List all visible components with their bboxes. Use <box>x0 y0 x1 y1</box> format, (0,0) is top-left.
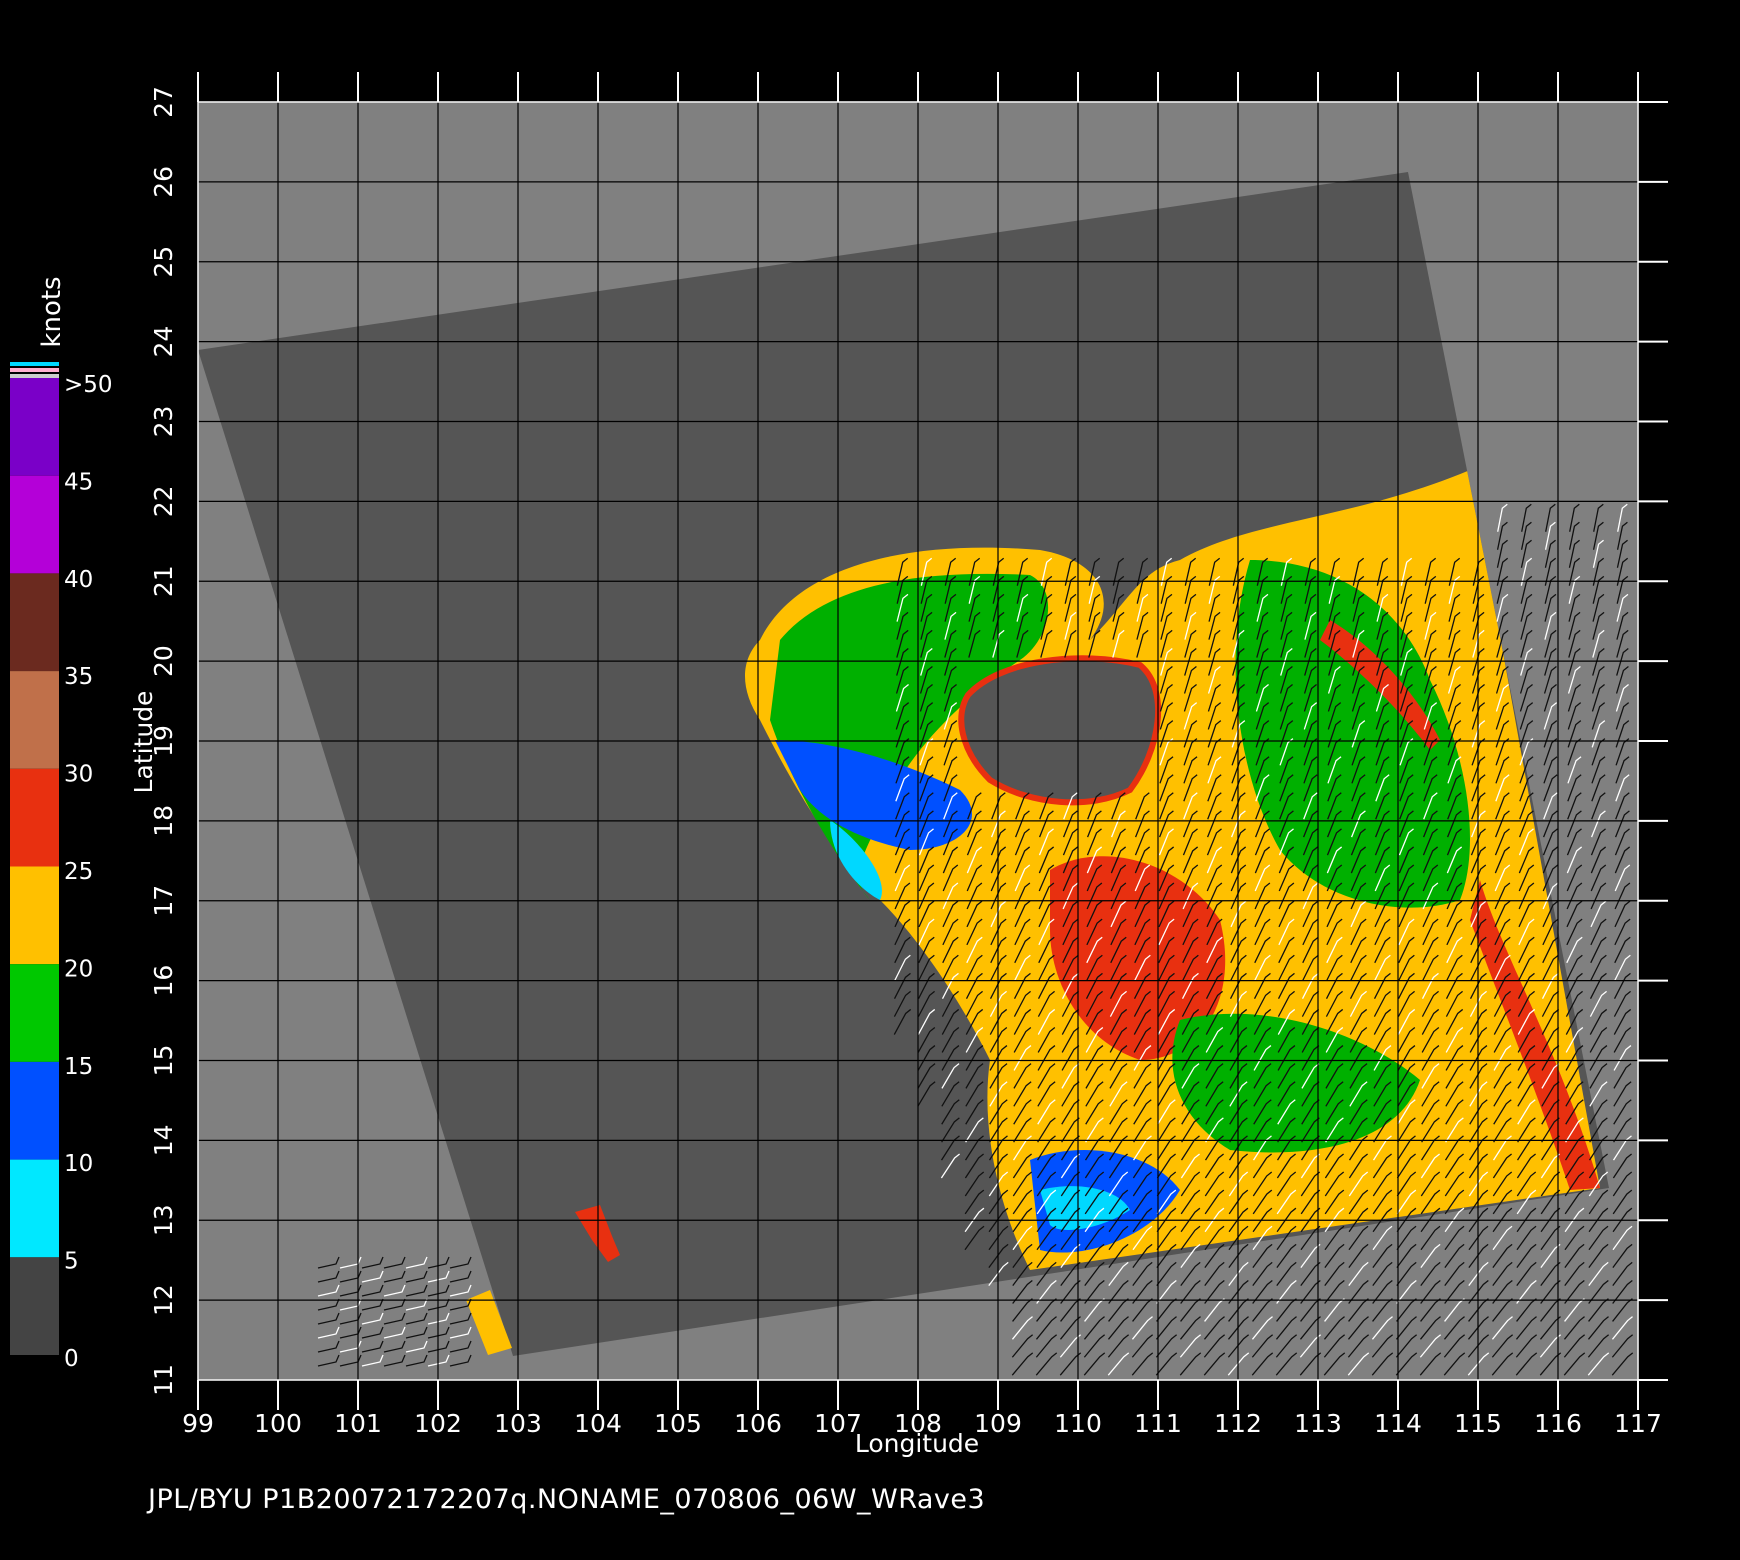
legend-tick-label: 0 <box>64 1346 79 1372</box>
legend-top-swatch-grey <box>10 374 59 378</box>
lat-tick-label: 14 <box>149 1124 178 1156</box>
legend-band <box>10 1061 59 1160</box>
legend-tick-label: 5 <box>64 1249 79 1275</box>
lat-tick-label: 17 <box>149 885 178 917</box>
legend-tick-label: 25 <box>64 859 93 885</box>
lon-tick-label: 102 <box>414 1409 462 1438</box>
lon-tick-label: 115 <box>1454 1409 1502 1438</box>
color-legend: knots >50 45 40 35 30 25 20 15 10 5 0 <box>10 276 113 1372</box>
legend-band <box>10 378 59 476</box>
lon-tick-label: 113 <box>1294 1409 1342 1438</box>
legend-tick-label: 40 <box>64 567 93 593</box>
legend-band <box>10 866 59 965</box>
legend-unit: knots <box>37 276 67 347</box>
x-axis-title: Longitude <box>855 1429 979 1458</box>
legend-band <box>10 1257 59 1355</box>
legend-tick-label: 45 <box>64 469 93 495</box>
lat-tick-label: 13 <box>149 1204 178 1236</box>
lon-tick-label: 110 <box>1054 1409 1102 1438</box>
lon-tick-label: 116 <box>1534 1409 1582 1438</box>
lat-tick-label: 11 <box>149 1364 178 1396</box>
lon-tick-label: 101 <box>334 1409 382 1438</box>
lon-tick-label: 106 <box>734 1409 782 1438</box>
lat-tick-label: 16 <box>149 965 178 997</box>
legend-band <box>10 573 59 672</box>
legend-tick-label: 30 <box>64 762 93 788</box>
lat-tick-label: 25 <box>149 246 178 278</box>
lon-tick-label: 103 <box>494 1409 542 1438</box>
lat-tick-label: 24 <box>149 326 178 358</box>
wind-map: 99 100 101 102 103 104 105 106 107 108 109 110 111 11… <box>10 72 1668 1458</box>
lat-tick-label: 18 <box>149 805 178 837</box>
lat-tick-label: 21 <box>149 565 178 597</box>
legend-band <box>10 1159 59 1258</box>
legend-top-swatch-pink <box>10 368 59 372</box>
lon-tick-label: 112 <box>1214 1409 1262 1438</box>
legend-tick-label: 20 <box>64 956 93 982</box>
lat-tick-label: 27 <box>149 86 178 118</box>
legend-band <box>10 964 59 1062</box>
lat-tick-label: 20 <box>149 645 178 677</box>
legend-top-swatch-cyan <box>10 362 59 366</box>
lat-tick-label: 22 <box>149 485 178 517</box>
lon-tick-label: 99 <box>182 1409 214 1438</box>
product-id-caption: JPL/BYU P1B20072172207q.NONAME_070806_06… <box>148 1484 986 1515</box>
legend-band <box>10 475 59 574</box>
y-axis-title: Latitude <box>129 691 158 794</box>
lon-tick-label: 100 <box>254 1409 302 1438</box>
legend-tick-label: 15 <box>64 1054 93 1080</box>
lon-tick-label: 104 <box>574 1409 622 1438</box>
lon-tick-label: 117 <box>1614 1409 1662 1438</box>
legend-tick-label: 35 <box>64 664 93 690</box>
lon-tick-label: 109 <box>974 1409 1022 1438</box>
lat-tick-label: 12 <box>149 1284 178 1316</box>
lon-tick-label: 111 <box>1134 1409 1182 1438</box>
legend-band <box>10 768 59 867</box>
lon-tick-label: 105 <box>654 1409 702 1438</box>
lon-tick-label: 114 <box>1374 1409 1422 1438</box>
lat-tick-label: 15 <box>149 1045 178 1077</box>
lat-tick-label: 23 <box>149 406 178 438</box>
legend-tick-label: >50 <box>64 372 113 398</box>
legend-tick-label: 10 <box>64 1151 93 1177</box>
lat-tick-label: 26 <box>149 166 178 198</box>
legend-band <box>10 671 59 769</box>
